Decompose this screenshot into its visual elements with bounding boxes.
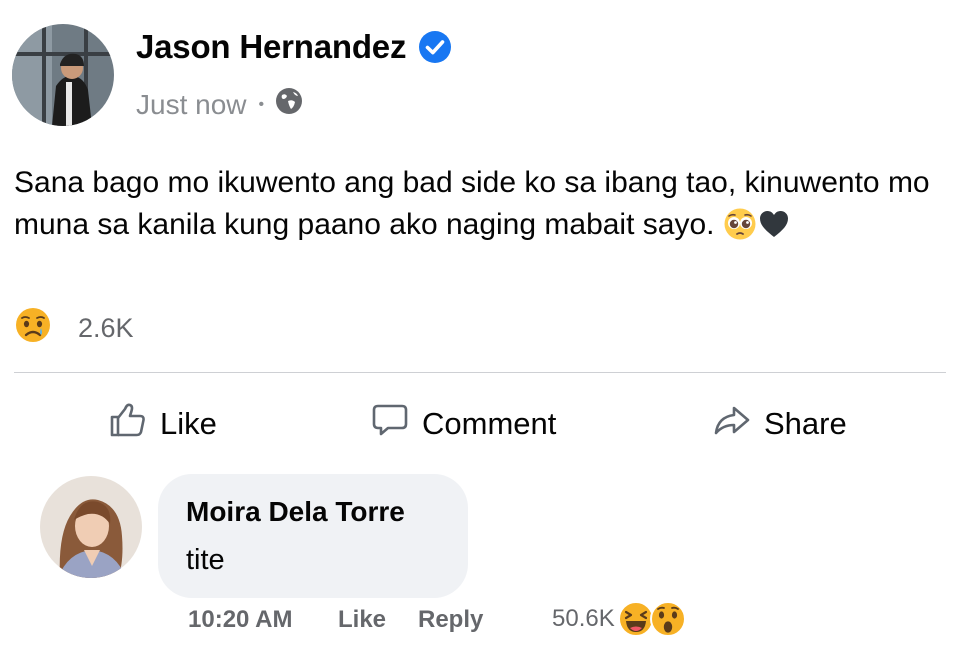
globe-icon[interactable]: [274, 86, 304, 123]
comment-button[interactable]: Comment: [370, 400, 556, 448]
comment-like-link[interactable]: Like: [338, 606, 386, 634]
comment-button-label: Comment: [422, 406, 557, 441]
thumbs-up-icon: [108, 400, 160, 448]
comment-time[interactable]: 10:20 AM: [188, 606, 292, 634]
pleading-face-emoji: [723, 207, 757, 253]
share-button[interactable]: Share: [712, 400, 847, 448]
post-text: Sana bago mo ikuwento ang bad side ko sa…: [14, 162, 944, 253]
post-reactions[interactable]: 2.6K: [14, 306, 134, 351]
post-meta: Just now •: [136, 86, 304, 123]
sad-reaction-icon: [14, 306, 52, 351]
actions-divider: [14, 372, 946, 373]
reaction-count[interactable]: 2.6K: [78, 313, 134, 344]
comment-reactions[interactable]: 50.6K: [552, 600, 687, 638]
like-button[interactable]: Like: [108, 400, 217, 448]
share-button-label: Share: [764, 406, 847, 441]
comment-text: tite: [186, 544, 225, 576]
comment-reply-link[interactable]: Reply: [418, 606, 483, 634]
author-avatar[interactable]: [12, 24, 114, 126]
post-author-name[interactable]: Jason Hernandez: [136, 28, 406, 66]
commenter-name[interactable]: Moira Dela Torre: [186, 496, 405, 528]
comment-bubble-icon: [370, 400, 422, 448]
like-button-label: Like: [160, 406, 217, 441]
share-arrow-icon: [712, 400, 764, 448]
comment-bubble: Moira Dela Torre tite: [158, 474, 468, 598]
comment-reaction-count: 50.6K: [552, 605, 615, 632]
commenter-avatar[interactable]: [40, 476, 142, 578]
post-author[interactable]: Jason Hernandez: [136, 28, 452, 66]
post-text-content: Sana bago mo ikuwento ang bad side ko sa…: [14, 166, 930, 241]
wow-reaction-icon: [649, 601, 686, 637]
verified-badge-icon: [418, 30, 452, 64]
black-heart-emoji: [757, 207, 791, 253]
meta-separator: •: [258, 95, 265, 113]
post-timestamp[interactable]: Just now: [136, 89, 247, 121]
